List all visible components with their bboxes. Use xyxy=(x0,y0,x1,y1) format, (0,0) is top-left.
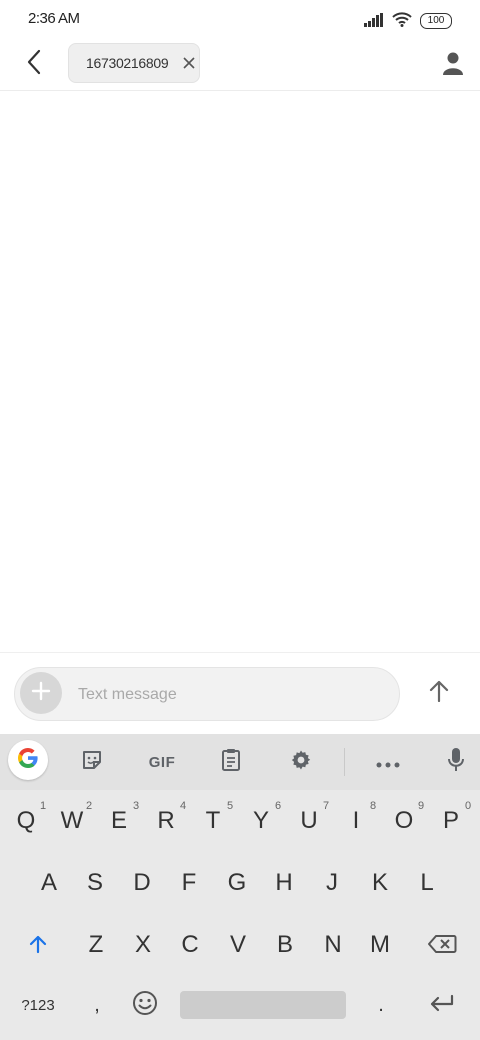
back-button[interactable] xyxy=(18,48,50,80)
mic-icon xyxy=(447,747,465,777)
send-arrow-icon xyxy=(429,680,449,706)
close-icon xyxy=(183,54,195,73)
key-f[interactable]: F xyxy=(167,858,211,908)
key-d[interactable]: D xyxy=(120,858,164,908)
key-j[interactable]: J xyxy=(310,858,354,908)
attach-button[interactable] xyxy=(20,672,62,714)
symbols-key[interactable]: ?123 xyxy=(14,988,62,1022)
sticker-button[interactable] xyxy=(72,742,112,782)
key-hint-7: 7 xyxy=(323,800,330,812)
google-button[interactable] xyxy=(8,740,48,780)
key-l[interactable]: L xyxy=(405,858,449,908)
gif-label: GIF xyxy=(148,753,176,771)
backspace-icon xyxy=(427,934,457,959)
key-c[interactable]: C xyxy=(168,920,212,970)
voice-input-button[interactable] xyxy=(436,742,476,782)
message-list[interactable] xyxy=(0,91,480,652)
key-hint-3: 3 xyxy=(133,800,140,812)
compose-divider xyxy=(0,652,480,653)
key-hint-6: 6 xyxy=(275,800,282,812)
wifi-icon xyxy=(392,11,412,31)
key-x[interactable]: X xyxy=(121,920,165,970)
key-h[interactable]: H xyxy=(262,858,306,908)
key-z[interactable]: Z xyxy=(74,920,118,970)
signal-icon xyxy=(364,12,384,31)
shift-arrow-icon xyxy=(28,934,48,959)
key-hint-2: 2 xyxy=(86,800,93,812)
key-a[interactable]: A xyxy=(27,858,71,908)
key-v[interactable]: V xyxy=(216,920,260,970)
more-icon xyxy=(376,753,400,772)
key-g[interactable]: G xyxy=(215,858,259,908)
recipient-chip[interactable]: 16730216809 xyxy=(68,43,200,83)
status-icons: 100 xyxy=(364,11,452,31)
key-b[interactable]: B xyxy=(263,920,307,970)
key-k[interactable]: K xyxy=(358,858,402,908)
emoji-key[interactable] xyxy=(126,988,164,1022)
google-icon xyxy=(16,746,40,774)
key-hint-0: 0 xyxy=(465,800,472,812)
contact-button[interactable] xyxy=(436,48,470,82)
emoji-icon xyxy=(132,990,158,1021)
settings-button[interactable] xyxy=(281,742,321,782)
key-m[interactable]: M xyxy=(358,920,402,970)
status-time: 2:36 AM xyxy=(28,10,80,27)
clipboard-icon xyxy=(221,748,241,776)
key-s[interactable]: S xyxy=(73,858,117,908)
enter-icon xyxy=(429,994,455,1017)
key-hint-8: 8 xyxy=(370,800,377,812)
gif-button[interactable]: GIF xyxy=(140,742,184,782)
plus-icon xyxy=(31,681,51,705)
key-hint-5: 5 xyxy=(227,800,234,812)
key-hint-9: 9 xyxy=(418,800,425,812)
key-n[interactable]: N xyxy=(311,920,355,970)
sticker-icon xyxy=(81,749,103,775)
comma-key[interactable]: , xyxy=(82,988,112,1022)
shift-key[interactable] xyxy=(14,926,62,966)
space-key[interactable] xyxy=(180,991,346,1019)
key-hint-1: 1 xyxy=(40,800,47,812)
clipboard-button[interactable] xyxy=(211,742,251,782)
period-key[interactable]: . xyxy=(366,988,396,1022)
key-hint-4: 4 xyxy=(180,800,187,812)
remove-recipient-button[interactable] xyxy=(180,54,198,72)
contact-icon xyxy=(442,51,464,79)
back-arrow-icon xyxy=(26,49,42,79)
recipient-number: 16730216809 xyxy=(86,55,169,71)
more-button[interactable] xyxy=(368,742,408,782)
gear-icon xyxy=(289,748,313,776)
send-button[interactable] xyxy=(422,676,456,710)
message-input[interactable]: Text message xyxy=(78,682,378,708)
backspace-key[interactable] xyxy=(418,926,466,966)
toolbar-divider xyxy=(344,748,345,776)
battery-icon: 100 xyxy=(420,13,452,29)
enter-key[interactable] xyxy=(418,988,466,1022)
